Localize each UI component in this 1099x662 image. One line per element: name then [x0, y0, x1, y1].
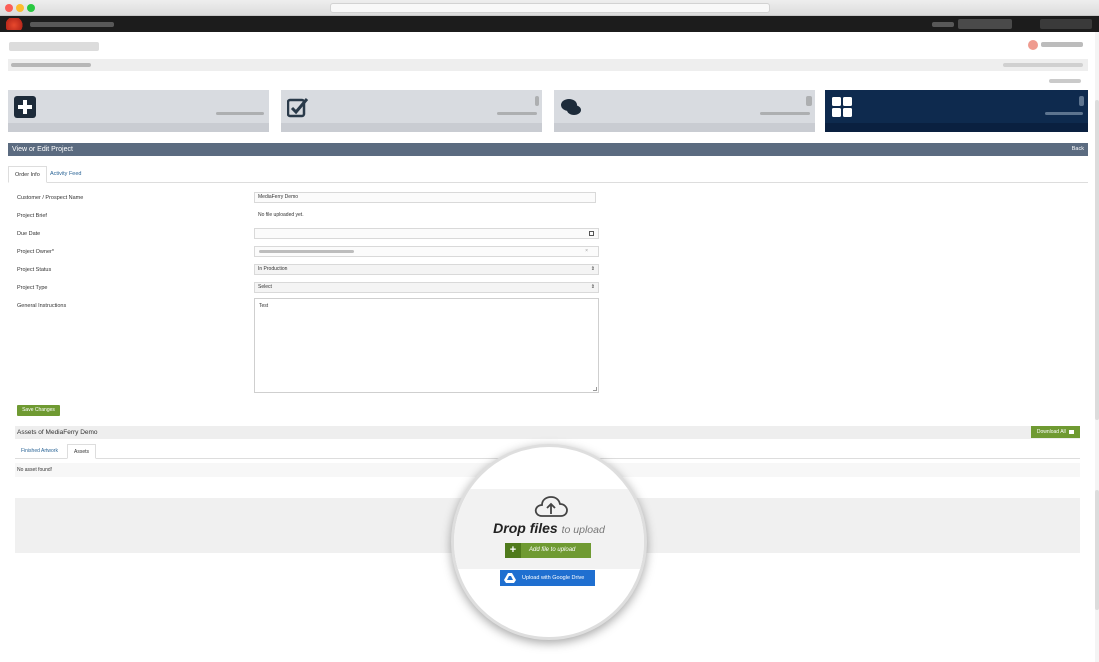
project-tabs: Order Info Activity Feed	[8, 165, 1088, 183]
brief-value: No file uploaded yet.	[258, 212, 304, 218]
tile-tasks[interactable]	[281, 90, 542, 132]
download-all-button[interactable]: Download All	[1031, 426, 1080, 438]
brief-label: Project Brief	[17, 213, 47, 219]
download-all-label: Download All	[1036, 429, 1066, 435]
scrollbar-thumb-secondary[interactable]	[1095, 490, 1099, 610]
status-label: Project Status	[17, 267, 52, 273]
save-changes-button[interactable]: Save Changes	[17, 405, 60, 416]
type-select[interactable]: Select ⇕	[254, 282, 599, 293]
grid-icon	[832, 97, 852, 117]
tab-activity-feed[interactable]: Activity Feed	[44, 166, 87, 183]
browser-titlebar	[0, 0, 1099, 16]
panel-title: View or Edit Project	[12, 146, 73, 153]
add-file-button[interactable]: + Add file to upload	[505, 543, 591, 558]
tile-label-blurred	[497, 112, 537, 115]
brand-logo-icon	[1028, 40, 1083, 50]
google-drive-label: Upload with Google Drive	[522, 575, 585, 581]
drop-files-subtext: to upload	[561, 524, 605, 536]
resize-handle-icon[interactable]	[593, 387, 597, 391]
tab-assets[interactable]: Assets	[67, 444, 97, 459]
address-bar[interactable]	[330, 3, 770, 13]
google-drive-upload-button[interactable]: Upload with Google Drive	[500, 570, 595, 586]
customer-label: Customer / Prospect Name	[17, 195, 84, 201]
search-input[interactable]	[958, 19, 1012, 29]
drop-files-heading: Drop files	[493, 520, 558, 536]
user-menu-button[interactable]	[1040, 19, 1092, 29]
select-arrows-icon: ⇕	[590, 266, 595, 272]
empty-assets-text: No asset found!	[17, 467, 53, 473]
brand-logo	[1028, 38, 1086, 50]
tile-footer	[554, 123, 815, 132]
status-select[interactable]: In Production ⇕	[254, 264, 599, 275]
tile-label-blurred	[216, 112, 264, 115]
owner-select[interactable]: ×	[254, 246, 599, 257]
folder-icon	[1069, 429, 1075, 434]
dashboard-tiles	[8, 90, 1088, 132]
zoom-window-button[interactable]	[27, 4, 35, 12]
due-date-field[interactable]	[254, 228, 599, 239]
tab-order-info[interactable]: Order Info	[8, 166, 47, 183]
tile-count-blurred	[1079, 96, 1084, 106]
tile-footer	[281, 123, 542, 132]
status-value: In Production	[258, 266, 288, 272]
app-logo-icon[interactable]	[6, 18, 26, 30]
select-arrows-icon: ⇕	[590, 284, 595, 290]
breadcrumb-right-blurred	[1003, 63, 1083, 67]
tile-label-blurred	[1045, 112, 1083, 115]
settings-link-blurred[interactable]	[1049, 79, 1081, 83]
cloud-upload-icon	[534, 496, 568, 517]
add-icon	[14, 96, 36, 118]
tile-new-project[interactable]	[8, 90, 269, 132]
checkbox-icon	[287, 98, 309, 118]
add-file-label: Add file to upload	[529, 547, 576, 553]
app-name-blurred	[30, 22, 114, 27]
calendar-icon[interactable]	[589, 231, 594, 236]
type-label: Project Type	[17, 285, 48, 291]
instructions-label: General Instructions	[17, 303, 67, 309]
chat-icon	[561, 99, 581, 115]
tile-projects[interactable]	[825, 90, 1088, 132]
owner-label: Project Owner*	[17, 249, 54, 255]
tile-label-blurred	[760, 112, 810, 115]
tile-footer	[825, 123, 1088, 132]
app-navbar	[0, 16, 1099, 32]
instructions-value: Test	[259, 303, 269, 309]
scrollbar-thumb[interactable]	[1095, 100, 1099, 420]
tile-count-blurred	[535, 96, 539, 106]
close-window-button[interactable]	[5, 4, 13, 12]
due-date-label: Due Date	[17, 231, 41, 237]
panel-header: View or Edit Project Back	[8, 143, 1088, 156]
clear-icon[interactable]: ×	[585, 247, 588, 256]
page-title-blurred	[9, 42, 99, 51]
plus-icon: +	[505, 543, 521, 558]
upload-magnifier: Drop files to upload + Add file to uploa…	[451, 444, 647, 640]
breadcrumb-blurred[interactable]	[11, 63, 91, 67]
owner-value-blurred	[259, 250, 354, 253]
assets-header: Assets of MediaFerry Demo	[15, 426, 1080, 439]
nav-link-blurred[interactable]	[932, 22, 954, 27]
back-link[interactable]: Back	[1072, 143, 1084, 156]
tile-messages[interactable]	[554, 90, 815, 132]
tile-footer	[8, 123, 269, 132]
instructions-textarea[interactable]: Test	[254, 298, 599, 393]
google-drive-icon	[504, 573, 516, 583]
drop-files-text: Drop files to upload	[454, 520, 644, 536]
minimize-window-button[interactable]	[16, 4, 24, 12]
assets-title: Assets of MediaFerry Demo	[17, 429, 98, 436]
breadcrumb	[8, 59, 1088, 71]
tile-count-blurred	[806, 96, 812, 106]
tab-finished-artwork[interactable]: Finished Artwork	[15, 444, 64, 459]
type-value: Select	[258, 284, 272, 290]
customer-field[interactable]: MediaFerry Demo	[254, 192, 596, 203]
